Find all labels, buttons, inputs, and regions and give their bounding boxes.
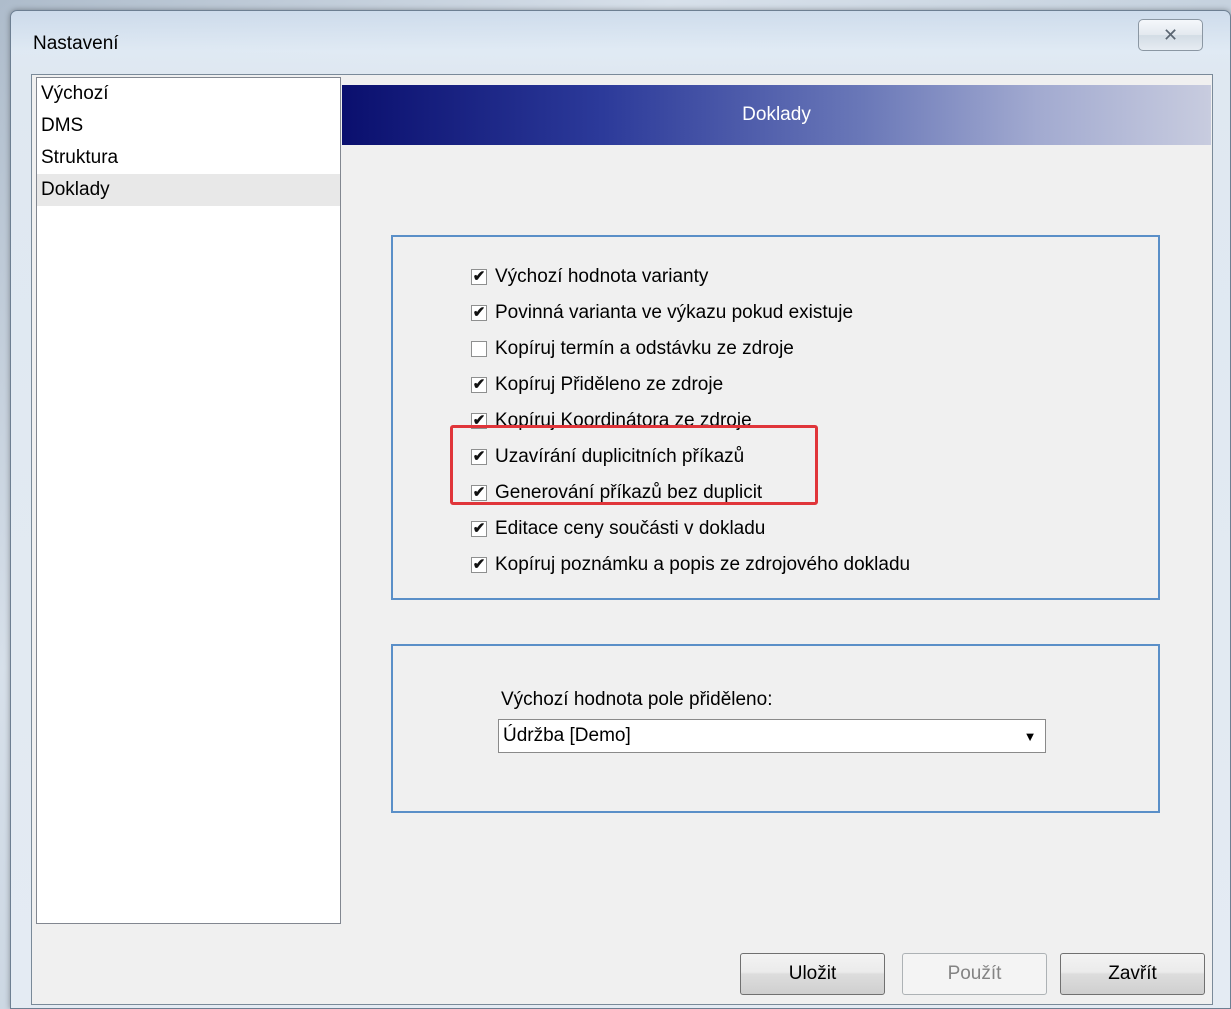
title-bar: Nastavení ✕ (11, 11, 1230, 71)
settings-category-list[interactable]: Výchozí DMS Struktura Doklady (36, 77, 341, 924)
assigned-combobox[interactable]: Údržba [Demo] ▼ (498, 719, 1046, 753)
save-button[interactable]: Uložit (740, 953, 885, 995)
checkbox[interactable]: ✔ (471, 557, 487, 573)
assigned-combobox-value: Údržba [Demo] (503, 725, 631, 746)
checkbox[interactable]: ✔ (471, 377, 487, 393)
close-icon: ✕ (1162, 24, 1179, 45)
option-copy-assigned[interactable]: ✔ Kopíruj Přiděleno ze zdroje (471, 370, 723, 400)
dialog-client-area: Výchozí DMS Struktura Doklady Doklady ✔ … (31, 74, 1213, 1005)
option-copy-term[interactable]: Kopíruj termín a odstávku ze zdroje (471, 334, 794, 364)
checkmark-icon: ✔ (472, 304, 486, 321)
close-button[interactable]: Zavřít (1060, 953, 1205, 995)
option-default-variant[interactable]: ✔ Výchozí hodnota varianty (471, 262, 708, 292)
option-label: Kopíruj Přiděleno ze zdroje (495, 374, 724, 395)
checkbox[interactable]: ✔ (471, 305, 487, 321)
option-label: Kopíruj termín a odstávku ze zdroje (495, 338, 794, 359)
sidebar-item-dms[interactable]: DMS (37, 110, 340, 142)
option-copy-note[interactable]: ✔ Kopíruj poznámku a popis ze zdrojového… (471, 550, 910, 580)
option-label: Povinná varianta ve výkazu pokud existuj… (495, 302, 854, 323)
checkmark-icon: ✔ (472, 376, 486, 393)
apply-button[interactable]: Použít (902, 953, 1047, 995)
chevron-down-icon[interactable]: ▼ (1019, 723, 1041, 749)
sidebar-item-doklady[interactable]: Doklady (37, 174, 340, 206)
settings-dialog: Nastavení ✕ Výchozí DMS Struktura Doklad… (10, 10, 1231, 1009)
sidebar-item-vychozi[interactable]: Výchozí (37, 78, 340, 110)
checkmark-icon: ✔ (472, 520, 486, 537)
close-window-button[interactable]: ✕ (1138, 19, 1203, 51)
checkmark-icon: ✔ (472, 556, 486, 573)
checkbox[interactable]: ✔ (471, 269, 487, 285)
assigned-groupbox: Výchozí hodnota pole přiděleno: Údržba [… (391, 644, 1160, 813)
section-title: Doklady (742, 104, 811, 125)
window-title: Nastavení (33, 33, 119, 54)
sidebar-item-struktura[interactable]: Struktura (37, 142, 340, 174)
checkbox[interactable] (471, 341, 487, 357)
option-label: Výchozí hodnota varianty (495, 266, 709, 287)
option-mandatory-variant[interactable]: ✔ Povinná varianta ve výkazu pokud exist… (471, 298, 853, 328)
option-edit-part-price[interactable]: ✔ Editace ceny součásti v dokladu (471, 514, 765, 544)
option-label: Editace ceny součásti v dokladu (495, 518, 766, 539)
checkbox[interactable]: ✔ (471, 521, 487, 537)
checkmark-icon: ✔ (472, 268, 486, 285)
highlight-annotation (450, 425, 818, 505)
option-label: Kopíruj poznámku a popis ze zdrojového d… (495, 554, 911, 575)
section-header: Doklady (342, 85, 1211, 145)
options-groupbox: ✔ Výchozí hodnota varianty ✔ Povinná var… (391, 235, 1160, 600)
assigned-field-label: Výchozí hodnota pole přiděleno: (501, 689, 773, 710)
